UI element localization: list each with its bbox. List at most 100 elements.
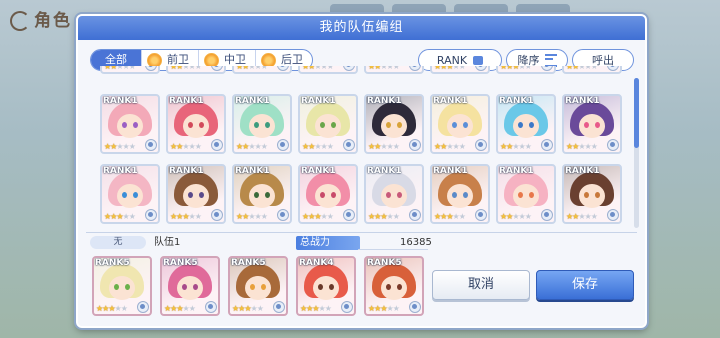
character-card[interactable]: RANK1★★★★★ <box>562 66 622 74</box>
rank-label: RANK4 <box>299 258 334 268</box>
character-card[interactable]: RANK1★★★★★ <box>562 164 622 224</box>
character-card[interactable]: RANK1★★★★★ <box>232 164 292 224</box>
character-card[interactable]: RANK1★★★★★ <box>364 66 424 74</box>
character-card[interactable]: RANK1★★★★★ <box>166 66 226 74</box>
eye <box>133 192 138 198</box>
star-rating: ★★★★★ <box>434 142 466 151</box>
character-card[interactable]: RANK1★★★★★ <box>562 94 622 154</box>
role-icon <box>409 209 421 221</box>
eye <box>254 192 259 198</box>
rank-label: RANK1 <box>169 96 204 106</box>
face <box>249 184 275 208</box>
star-rating: ★★★★★ <box>232 304 264 313</box>
character-card[interactable]: RANK1★★★★★ <box>298 66 358 74</box>
eye <box>397 192 402 198</box>
character-card[interactable]: RANK1★★★★★ <box>232 94 292 154</box>
eye <box>182 284 187 290</box>
grid-scrollbar[interactable] <box>634 78 639 228</box>
total-power-label: 总战力 <box>296 236 360 250</box>
character-card[interactable]: RANK1★★★★★ <box>496 164 556 224</box>
star-rating: ★★★★★ <box>566 212 598 221</box>
rank-label: RANK1 <box>301 96 336 106</box>
rank-label: RANK1 <box>565 96 600 106</box>
character-card[interactable]: RANK1★★★★★ <box>298 164 358 224</box>
team-member-card[interactable]: RANK5 ★★★★★ <box>228 256 288 316</box>
role-icon <box>475 209 487 221</box>
team-member-card[interactable]: RANK5 ★★★★★ <box>160 256 220 316</box>
star-rating: ★★★★★ <box>368 66 400 71</box>
face <box>245 276 271 300</box>
cancel-button[interactable]: 取消 <box>432 270 530 300</box>
rank-label: RANK1 <box>235 96 270 106</box>
face <box>447 184 473 208</box>
face <box>183 184 209 208</box>
character-card[interactable]: RANK1★★★★★ <box>430 66 490 74</box>
rank-label: RANK5 <box>231 258 266 268</box>
character-card[interactable]: RANK1★★★★★ <box>364 94 424 154</box>
eye <box>529 122 534 128</box>
eye <box>529 192 534 198</box>
star-rating: ★★★★★ <box>104 66 136 71</box>
eye <box>125 284 130 290</box>
scrollbar-thumb[interactable] <box>634 78 639 148</box>
character-card[interactable]: RANK1★★★★★ <box>496 94 556 154</box>
character-card[interactable]: RANK1 ★★★★★ <box>166 164 226 224</box>
divider <box>86 232 637 233</box>
face <box>117 184 143 208</box>
eye <box>199 192 204 198</box>
character-card[interactable]: RANK1★★★★★ <box>298 94 358 154</box>
eye <box>318 284 323 290</box>
team-member-card[interactable]: RANK5 ★★★★★ <box>364 256 424 316</box>
rank-label: RANK1 <box>169 166 204 176</box>
save-button[interactable]: 保存 <box>536 270 634 300</box>
eye <box>595 122 600 128</box>
eye <box>265 122 270 128</box>
role-icon <box>145 139 157 151</box>
team-member-card[interactable]: RANK4 ★★★★★ <box>296 256 356 316</box>
star-rating: ★★★★★ <box>104 142 136 151</box>
rank-label: RANK1 <box>367 96 402 106</box>
face <box>313 276 339 300</box>
eye <box>595 192 600 198</box>
character-card[interactable]: RANK1★★★★★ <box>100 164 160 224</box>
eye <box>122 192 127 198</box>
eye <box>463 192 468 198</box>
eye <box>397 122 402 128</box>
role-icon <box>137 301 149 313</box>
star-rating: ★★★★★ <box>500 66 532 71</box>
character-card[interactable]: RANK1★★★★★ <box>100 66 160 74</box>
eye <box>114 284 119 290</box>
eye <box>584 192 589 198</box>
star-rating: ★★★★★ <box>500 212 532 221</box>
character-card[interactable]: RANK1★★★★★ <box>232 66 292 74</box>
star-rating: ★★★★★ <box>96 304 128 313</box>
team-tag: 无 <box>90 236 146 249</box>
rank-label: RANK1 <box>433 166 468 176</box>
star-rating: ★★★★★ <box>104 212 136 221</box>
character-card[interactable]: RANK1★★★★★ <box>430 164 490 224</box>
character-card[interactable]: RANK1★★★★★ <box>496 66 556 74</box>
eye <box>386 192 391 198</box>
eye <box>463 122 468 128</box>
character-card[interactable]: RANK1★★★★★ <box>430 94 490 154</box>
team-name[interactable]: 队伍1 <box>154 236 180 249</box>
eye <box>261 284 266 290</box>
rank-label: RANK1 <box>499 96 534 106</box>
character-card[interactable]: RANK1★★★★★ <box>364 164 424 224</box>
character-card[interactable]: RANK1 ★★★★★ <box>100 94 160 154</box>
eye <box>188 192 193 198</box>
star-rating: ★★★★★ <box>236 212 268 221</box>
eye <box>320 192 325 198</box>
star-rating: ★★★★★ <box>236 66 268 71</box>
role-icon <box>211 209 223 221</box>
screen-title: 角色 <box>10 6 72 31</box>
character-card[interactable]: RANK1★★★★★ <box>166 94 226 154</box>
team-member-card[interactable]: RANK5 ★★★★★ <box>92 256 152 316</box>
eye <box>254 122 259 128</box>
eye <box>329 284 334 290</box>
face <box>177 276 203 300</box>
rank-label: RANK1 <box>103 96 138 106</box>
star-rating: ★★★★★ <box>170 212 202 221</box>
face <box>315 114 341 138</box>
face <box>381 114 407 138</box>
